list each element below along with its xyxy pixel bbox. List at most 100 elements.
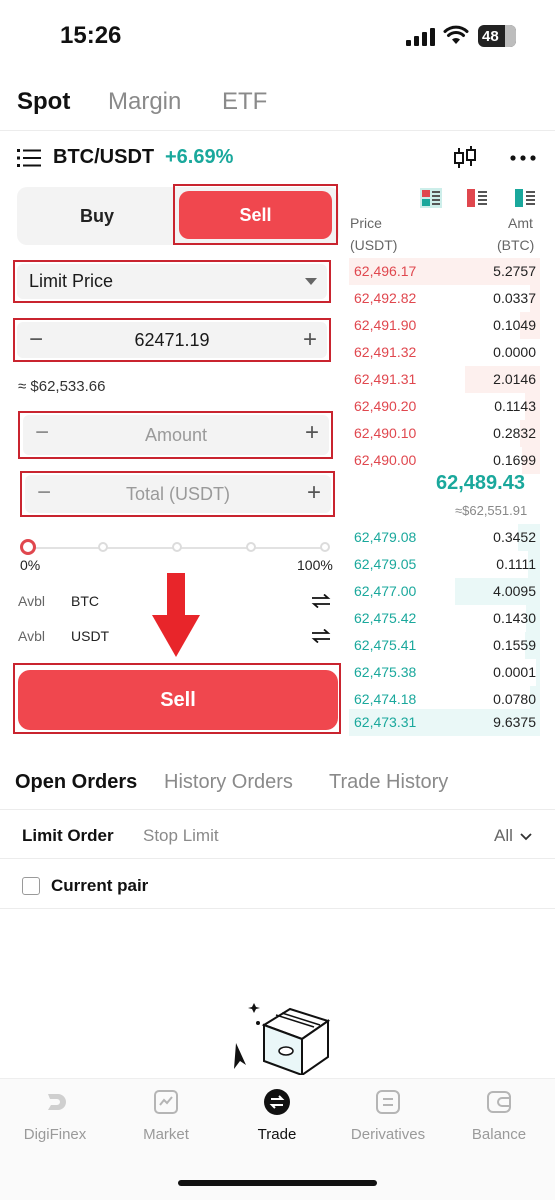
nav-market[interactable]: Market: [111, 1088, 221, 1143]
subtab-limit-order[interactable]: Limit Order: [22, 826, 114, 846]
bid-amount: 0.0001: [493, 664, 536, 680]
total-input[interactable]: − Total (USDT) +: [25, 475, 331, 513]
battery-icon: 48: [478, 25, 516, 47]
slider-thumb[interactable]: [20, 539, 36, 555]
buy-tab[interactable]: Buy: [17, 187, 177, 245]
cellular-signal-icon: [406, 26, 436, 46]
wifi-icon: [443, 25, 469, 44]
nav-balance[interactable]: Balance: [444, 1088, 554, 1143]
bid-row[interactable]: 62,475.41 0.1559: [349, 632, 540, 659]
amount-increase-button[interactable]: +: [305, 415, 319, 451]
price-decrease-button[interactable]: −: [29, 322, 43, 358]
bid-amount: 0.1559: [493, 637, 536, 653]
menu-list-icon[interactable]: [17, 148, 41, 168]
current-pair-label: Current pair: [51, 876, 149, 895]
sell-tab[interactable]: Sell: [179, 191, 332, 239]
ask-amount: 0.1049: [493, 317, 536, 333]
price-increase-button[interactable]: +: [303, 322, 317, 358]
current-pair-checkbox[interactable]: [22, 877, 40, 895]
chevron-down-icon: [520, 833, 532, 841]
last-price: 62,489.43: [436, 472, 525, 494]
bid-row[interactable]: 62,479.05 0.1111: [349, 551, 540, 578]
transfer-icon[interactable]: [311, 629, 331, 643]
ask-amount: 0.1143: [494, 398, 536, 414]
order-type-value: Limit Price: [29, 271, 114, 291]
bid-row[interactable]: 62,479.08 0.3452: [349, 524, 540, 551]
nav-derivatives[interactable]: Derivatives: [333, 1088, 443, 1143]
amount-decrease-button[interactable]: −: [35, 415, 49, 451]
price-input[interactable]: − 62471.19 +: [17, 322, 327, 358]
ask-row[interactable]: 62,491.90 0.1049: [349, 312, 540, 339]
ask-amount: 0.1699: [493, 452, 536, 468]
pair-name[interactable]: BTC/USDT: [53, 146, 154, 169]
filter-all-dropdown[interactable]: All: [494, 826, 532, 846]
battery-level: 48: [482, 27, 499, 45]
ask-row[interactable]: 62,496.17 5.2757: [349, 258, 540, 285]
ask-row[interactable]: 62,492.82 0.0337: [349, 285, 540, 312]
transfer-icon[interactable]: [311, 594, 331, 608]
market-chart-icon: [154, 1090, 178, 1114]
ask-row[interactable]: 62,491.31 2.0146: [349, 366, 540, 393]
header-divider: [0, 130, 555, 131]
ask-amount: 0.0337: [493, 290, 536, 306]
orders-divider: [0, 809, 555, 810]
slider-step-100[interactable]: [320, 542, 330, 552]
bid-amount: 0.0780: [493, 691, 536, 707]
bid-amount: 0.1430: [493, 610, 536, 626]
orderbook-bids-view-icon[interactable]: [514, 188, 536, 208]
ask-row[interactable]: 62,490.00 0.1699: [349, 447, 540, 474]
amount-input[interactable]: − Amount +: [23, 415, 329, 455]
tab-spot[interactable]: Spot: [17, 88, 70, 116]
orderbook-asks-view-icon[interactable]: [466, 188, 488, 208]
amount-placeholder: Amount: [144, 424, 208, 445]
ask-price: 62,490.10: [354, 425, 417, 441]
slider-step-75[interactable]: [246, 542, 256, 552]
tab-etf[interactable]: ETF: [222, 88, 267, 116]
ask-price: 62,491.32: [354, 344, 417, 360]
nav-trade[interactable]: Trade: [222, 1088, 332, 1143]
bid-row[interactable]: 62,473.31 9.6375: [349, 709, 540, 736]
bid-amount: 9.6375: [493, 714, 536, 730]
subtab-stop-limit[interactable]: Stop Limit: [143, 826, 219, 846]
avbl-label-btc: Avbl: [18, 593, 45, 609]
nav-label: Derivatives: [350, 1126, 426, 1143]
tab-history-orders[interactable]: History Orders: [164, 771, 293, 794]
bid-row[interactable]: 62,475.38 0.0001: [349, 659, 540, 686]
tab-margin[interactable]: Margin: [108, 88, 181, 116]
total-placeholder: Total (USDT): [125, 483, 230, 504]
bid-row[interactable]: 62,475.42 0.1430: [349, 605, 540, 632]
last-price-usd: ≈$62,551.91: [455, 503, 528, 518]
avbl-currency-btc: BTC: [71, 593, 99, 609]
wallet-icon: [487, 1091, 511, 1113]
total-decrease-button[interactable]: −: [37, 475, 51, 511]
bid-price: 62,474.18: [354, 691, 417, 707]
slider-step-50[interactable]: [172, 542, 182, 552]
ask-row[interactable]: 62,491.32 0.0000: [349, 339, 540, 366]
ob-amount-header: Amt: [508, 215, 533, 231]
order-type-select[interactable]: Limit Price: [17, 264, 327, 299]
avbl-currency-usdt: USDT: [71, 628, 110, 644]
price-approx-usd: ≈ $62,533.66: [18, 378, 106, 395]
sell-submit-button[interactable]: Sell: [18, 670, 338, 730]
tab-open-orders[interactable]: Open Orders: [15, 771, 137, 794]
bid-amount: 4.0095: [493, 583, 536, 599]
trade-swap-icon: [264, 1089, 290, 1115]
ask-price: 62,496.17: [354, 263, 417, 279]
total-increase-button[interactable]: +: [307, 475, 321, 511]
orderbook-both-view-icon[interactable]: [420, 188, 442, 208]
ask-row[interactable]: 62,490.20 0.1143: [349, 393, 540, 420]
ask-amount: 0.0000: [493, 344, 536, 360]
tab-trade-history[interactable]: Trade History: [329, 771, 448, 794]
empty-orders-illustration: [234, 1003, 331, 1075]
ob-amount-unit: (BTC): [497, 237, 535, 253]
ask-row[interactable]: 62,490.10 0.2832: [349, 420, 540, 447]
slider-step-25[interactable]: [98, 542, 108, 552]
nav-digifinex[interactable]: DigiFinex: [0, 1088, 110, 1143]
depth-bar: [536, 659, 540, 686]
bid-amount: 0.1111: [496, 556, 536, 572]
bid-row[interactable]: 62,477.00 4.0095: [349, 578, 540, 605]
ask-amount: 0.2832: [493, 425, 536, 441]
down-arrow-icon: [152, 573, 200, 657]
candlestick-chart-icon[interactable]: [452, 145, 478, 171]
more-options-icon[interactable]: [510, 154, 536, 162]
